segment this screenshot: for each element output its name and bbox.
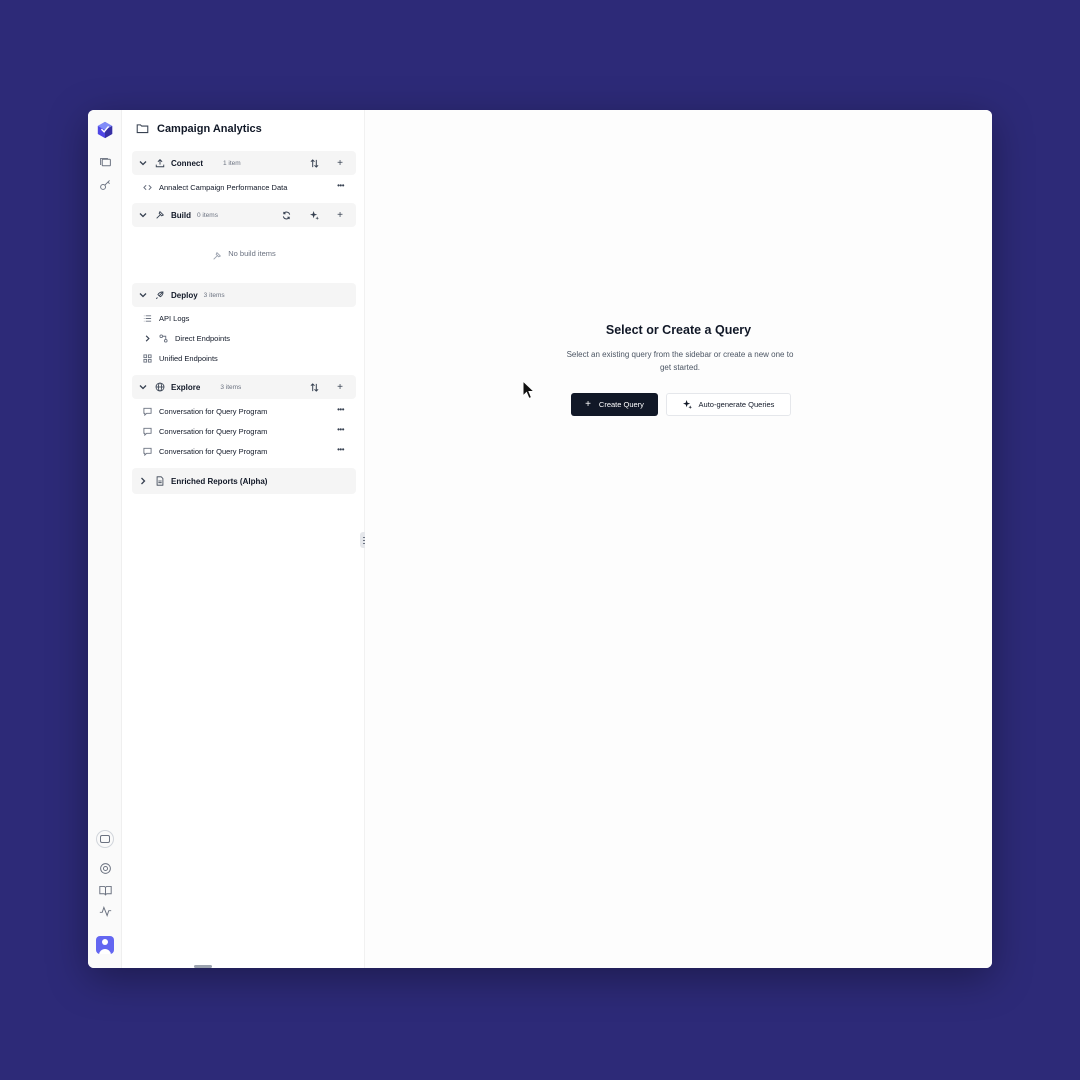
list-item-label: Annalect Campaign Performance Data	[159, 182, 288, 192]
grid-icon	[142, 353, 152, 363]
list-item-label: API Logs	[159, 313, 190, 323]
create-query-button[interactable]: + Create Query	[571, 393, 658, 416]
projects-icon[interactable]	[98, 155, 112, 169]
list-icon	[142, 313, 152, 323]
docs-book-icon[interactable]	[98, 883, 112, 897]
sparkle-icon[interactable]	[308, 209, 320, 221]
bottom-scroll-indicator	[194, 965, 212, 968]
section-build[interactable]: Build 0 items +	[132, 203, 356, 227]
section-explore-label: Explore	[171, 382, 201, 392]
list-item-label: Conversation for Query Program	[159, 446, 268, 456]
more-icon[interactable]: •••	[337, 405, 344, 414]
add-icon[interactable]: +	[334, 157, 346, 169]
folder-icon	[136, 124, 149, 134]
rocket-icon	[154, 290, 165, 301]
list-item-label: Direct Endpoints	[175, 333, 231, 343]
section-build-label: Build	[171, 210, 191, 220]
sparkle-icon	[682, 400, 692, 409]
empty-label: No build items	[228, 248, 276, 258]
section-connect[interactable]: Connect 1 item +	[132, 151, 356, 175]
section-deploy[interactable]: Deploy 3 items	[132, 283, 356, 307]
list-item[interactable]: API Logs	[142, 309, 358, 327]
section-connect-count: 1 item	[223, 159, 241, 167]
section-enriched-reports[interactable]: Enriched Reports (Alpha)	[132, 468, 356, 494]
main-panel: Select or Create a Query Select an exist…	[365, 110, 992, 968]
section-build-count: 0 items	[197, 211, 218, 219]
workspace-header[interactable]: Campaign Analytics	[136, 122, 262, 135]
auto-generate-queries-button[interactable]: Auto-generate Queries	[666, 393, 791, 416]
storage-status-icon[interactable]	[96, 830, 114, 848]
key-icon[interactable]	[98, 177, 112, 191]
list-item-label: Unified Endpoints	[159, 353, 218, 363]
upload-icon	[154, 158, 165, 169]
list-item[interactable]: Conversation for Query Program •••	[142, 442, 358, 460]
code-icon	[142, 182, 152, 192]
list-item[interactable]: Annalect Campaign Performance Data •••	[142, 178, 358, 196]
workspace-title: Campaign Analytics	[157, 122, 262, 135]
section-deploy-label: Deploy	[171, 290, 198, 300]
list-item[interactable]: Direct Endpoints	[142, 329, 358, 347]
section-connect-label: Connect	[171, 158, 203, 168]
activity-icon[interactable]	[98, 904, 112, 918]
more-icon[interactable]: •••	[337, 425, 344, 434]
section-deploy-count: 3 items	[203, 291, 225, 299]
list-item[interactable]: Unified Endpoints	[142, 349, 358, 367]
list-item[interactable]: Conversation for Query Program •••	[142, 402, 358, 420]
support-icon[interactable]	[98, 861, 112, 875]
section-explore[interactable]: Explore 3 items +	[132, 375, 356, 399]
app-window: Campaign Analytics Connect 1 item + Anna…	[88, 110, 992, 968]
document-icon	[154, 476, 165, 487]
chat-bubble-icon	[142, 426, 152, 436]
page-title: Select or Create a Query	[605, 323, 752, 337]
sort-icon[interactable]	[308, 381, 320, 393]
refresh-icon[interactable]	[280, 209, 292, 221]
add-icon[interactable]: +	[334, 209, 346, 221]
create-query-label: Create Query	[598, 400, 644, 409]
chevron-down-icon[interactable]	[138, 158, 148, 168]
chevron-right-icon[interactable]	[142, 333, 152, 343]
app-logo-icon[interactable]	[96, 121, 114, 139]
list-item-label: Conversation for Query Program	[159, 406, 268, 416]
plus-icon: +	[585, 398, 591, 410]
sidebar: Campaign Analytics Connect 1 item + Anna…	[122, 110, 364, 968]
list-item[interactable]: Conversation for Query Program •••	[142, 422, 358, 440]
icon-rail	[88, 110, 122, 968]
chat-bubble-icon	[142, 446, 152, 456]
mouse-cursor-icon	[522, 380, 536, 400]
chevron-down-icon[interactable]	[138, 290, 148, 300]
hammer-icon	[212, 248, 222, 260]
chevron-down-icon[interactable]	[138, 210, 148, 220]
more-icon[interactable]: •••	[337, 181, 344, 190]
chat-bubble-icon	[142, 406, 152, 416]
build-empty-state: No build items	[132, 232, 356, 274]
chevron-down-icon[interactable]	[138, 382, 148, 392]
list-item-label: Conversation for Query Program	[159, 426, 268, 436]
globe-icon	[154, 382, 165, 393]
endpoint-icon	[158, 333, 168, 343]
user-avatar[interactable]	[96, 936, 114, 954]
page-subtitle: Select an existing query from the sideba…	[566, 350, 794, 372]
section-enriched-label: Enriched Reports (Alpha)	[171, 476, 268, 486]
section-explore-count: 3 items	[220, 383, 242, 391]
add-icon[interactable]: +	[334, 381, 346, 393]
hammer-icon	[154, 210, 165, 221]
auto-generate-label: Auto-generate Queries	[698, 400, 775, 409]
more-icon[interactable]: •••	[337, 445, 344, 454]
sort-icon[interactable]	[308, 157, 320, 169]
chevron-right-icon[interactable]	[138, 476, 148, 486]
